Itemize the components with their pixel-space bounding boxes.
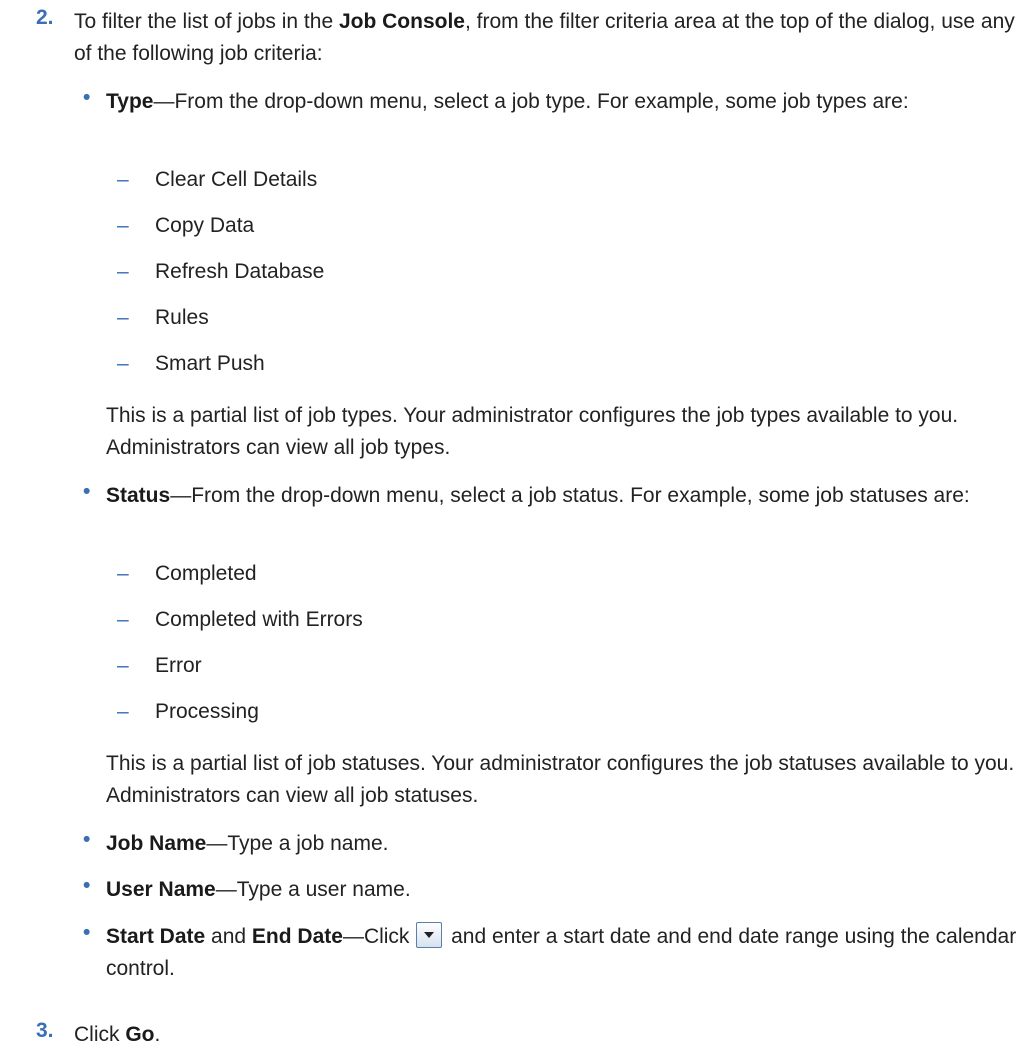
bullet-marker: • bbox=[83, 86, 91, 109]
dash-marker: – bbox=[117, 214, 129, 237]
status-label: Status bbox=[106, 484, 171, 507]
dash-marker: – bbox=[117, 562, 129, 585]
document-page: 2. To filter the list of jobs in the Job… bbox=[0, 0, 1034, 1055]
bullet-marker: • bbox=[83, 480, 91, 503]
start-date-label: Start Date bbox=[106, 925, 206, 948]
job-name-label: Job Name bbox=[106, 832, 207, 855]
user-name-label: User Name bbox=[106, 878, 216, 901]
dash-marker: – bbox=[117, 608, 129, 631]
go-term: Go bbox=[125, 1023, 155, 1046]
bullet-marker: • bbox=[83, 828, 91, 851]
step-number: 3. bbox=[36, 1019, 54, 1042]
dash-marker: – bbox=[117, 654, 129, 677]
type-label: Type bbox=[106, 90, 154, 113]
dash-marker: – bbox=[117, 168, 129, 191]
job-console-term: Job Console bbox=[338, 10, 465, 33]
type-note: This is a partial list of job types. You… bbox=[106, 404, 959, 459]
status-note: This is a partial list of job statuses. … bbox=[106, 752, 1015, 807]
dash-marker: – bbox=[117, 700, 129, 723]
dash-marker: – bbox=[117, 260, 129, 283]
end-date-label: End Date bbox=[251, 925, 343, 948]
bullet-marker: • bbox=[83, 874, 91, 897]
dash-marker: – bbox=[117, 352, 129, 375]
step-text: To filter the list of jobs in the Job Co… bbox=[74, 10, 1015, 65]
dash-marker: – bbox=[117, 306, 129, 329]
step-number: 2. bbox=[36, 6, 54, 29]
dropdown-arrow-icon bbox=[416, 922, 443, 948]
bullet-marker: • bbox=[83, 921, 91, 944]
step-text: Click Go. bbox=[74, 1023, 161, 1046]
